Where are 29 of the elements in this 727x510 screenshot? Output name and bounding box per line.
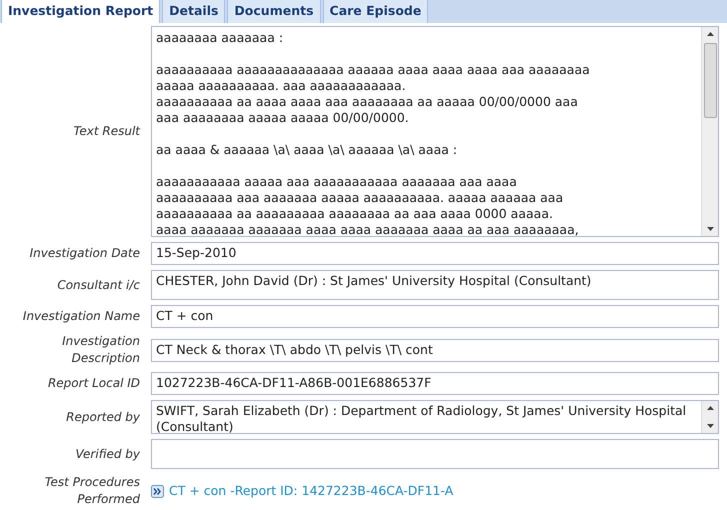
scrollbar[interactable] <box>701 27 718 236</box>
tab[interactable]: Care Episode <box>322 0 428 23</box>
field-label: Consultant i/c <box>56 276 140 294</box>
field-label: Report Local ID <box>46 375 140 392</box>
report-link[interactable]: CT + con -Report ID: 1427223B-46CA-DF11-A <box>169 482 454 500</box>
tab[interactable]: Investigation Report <box>1 0 160 23</box>
scroll-down-icon[interactable] <box>706 423 714 429</box>
field-label: Investigation Date <box>28 245 140 262</box>
text-field[interactable]: 15-Sep-2010 <box>151 242 719 265</box>
scrollbar[interactable] <box>701 401 718 433</box>
report-text: aaaaaaaa aaaaaaa : aaaaaaaaaa aaaaaaaaaaaaaa aaaaaa aaaa aaaa aaaa aaa aaaaaaaa aaaaa aaaaaaaaaa. aaa aaaaaaaaaaaa. aaaaaaaaaa aa aaaa aaaa aaa aaaaaaaa aa aaaaa 00/00/0000 aaa aaa aaaaaaaa aaaaa aaaaa 00/00/0000. aa aaaa & aaaaaa \a\ aaaa \a\ aaaaaa \a\ aaaa : aaaaaaaaaaa aaaaa aaa aaaaaaaaaaa aaaaaaa aaa aaaa aaaaaaaaaa aaa aaaaaaa aaaaa aaaaaaaaaa. aaaaa aaaaaa aaa aaaaaaaaaa aa aaaaaaaaa aaaaaaaa aa aaa aaaa 0000 aaaaa. aaaa aaaaaaa aaaaaaa aaaa aaaa aaaaaaa aaaa aa aaa aaaaaaaa, <box>155 29 591 236</box>
field-label: Investigation Description <box>61 333 140 367</box>
text-field[interactable]: CHESTER, John David (Dr) : St James' University Hospital (Consultant) <box>151 270 719 300</box>
field-label: Text Result <box>72 123 140 140</box>
text-field[interactable]: 1027223B-46CA-DF11-A86B-001E6886537F <box>151 372 719 395</box>
field-label: Verified by <box>74 446 140 462</box>
field-label: Reported by <box>65 408 140 426</box>
field-label: Investigation Name <box>22 308 140 325</box>
text-field[interactable] <box>151 439 719 469</box>
text-result-field[interactable] <box>151 26 719 237</box>
scroll-down-icon[interactable] <box>706 226 714 232</box>
scroll-up-icon[interactable] <box>706 405 714 411</box>
field-label: Test Procedures Performed <box>44 474 140 508</box>
tab[interactable]: Documents <box>227 0 321 23</box>
tab[interactable]: Details <box>162 0 226 23</box>
text-field[interactable]: CT Neck & thorax \T\ abdo \T\ pelvis \T\ cont <box>151 338 719 362</box>
double-chevron-icon[interactable] <box>151 484 164 498</box>
text-field[interactable]: CT + con <box>151 305 719 328</box>
scroll-up-icon[interactable] <box>706 31 714 37</box>
